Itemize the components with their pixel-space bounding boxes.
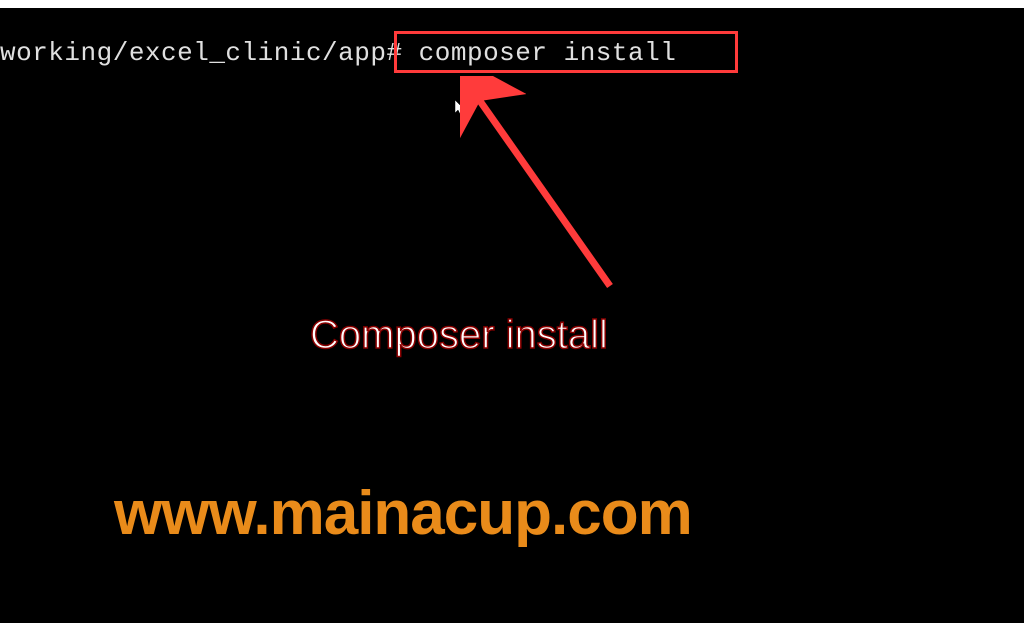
watermark-text: www.mainacup.com	[114, 478, 692, 549]
annotation-caption: Composer install	[310, 313, 608, 358]
annotation-arrow-icon	[460, 76, 640, 306]
terminal-window[interactable]: working/excel_clinic/app# composer insta…	[0, 8, 1024, 623]
command-highlight-box	[394, 31, 738, 73]
